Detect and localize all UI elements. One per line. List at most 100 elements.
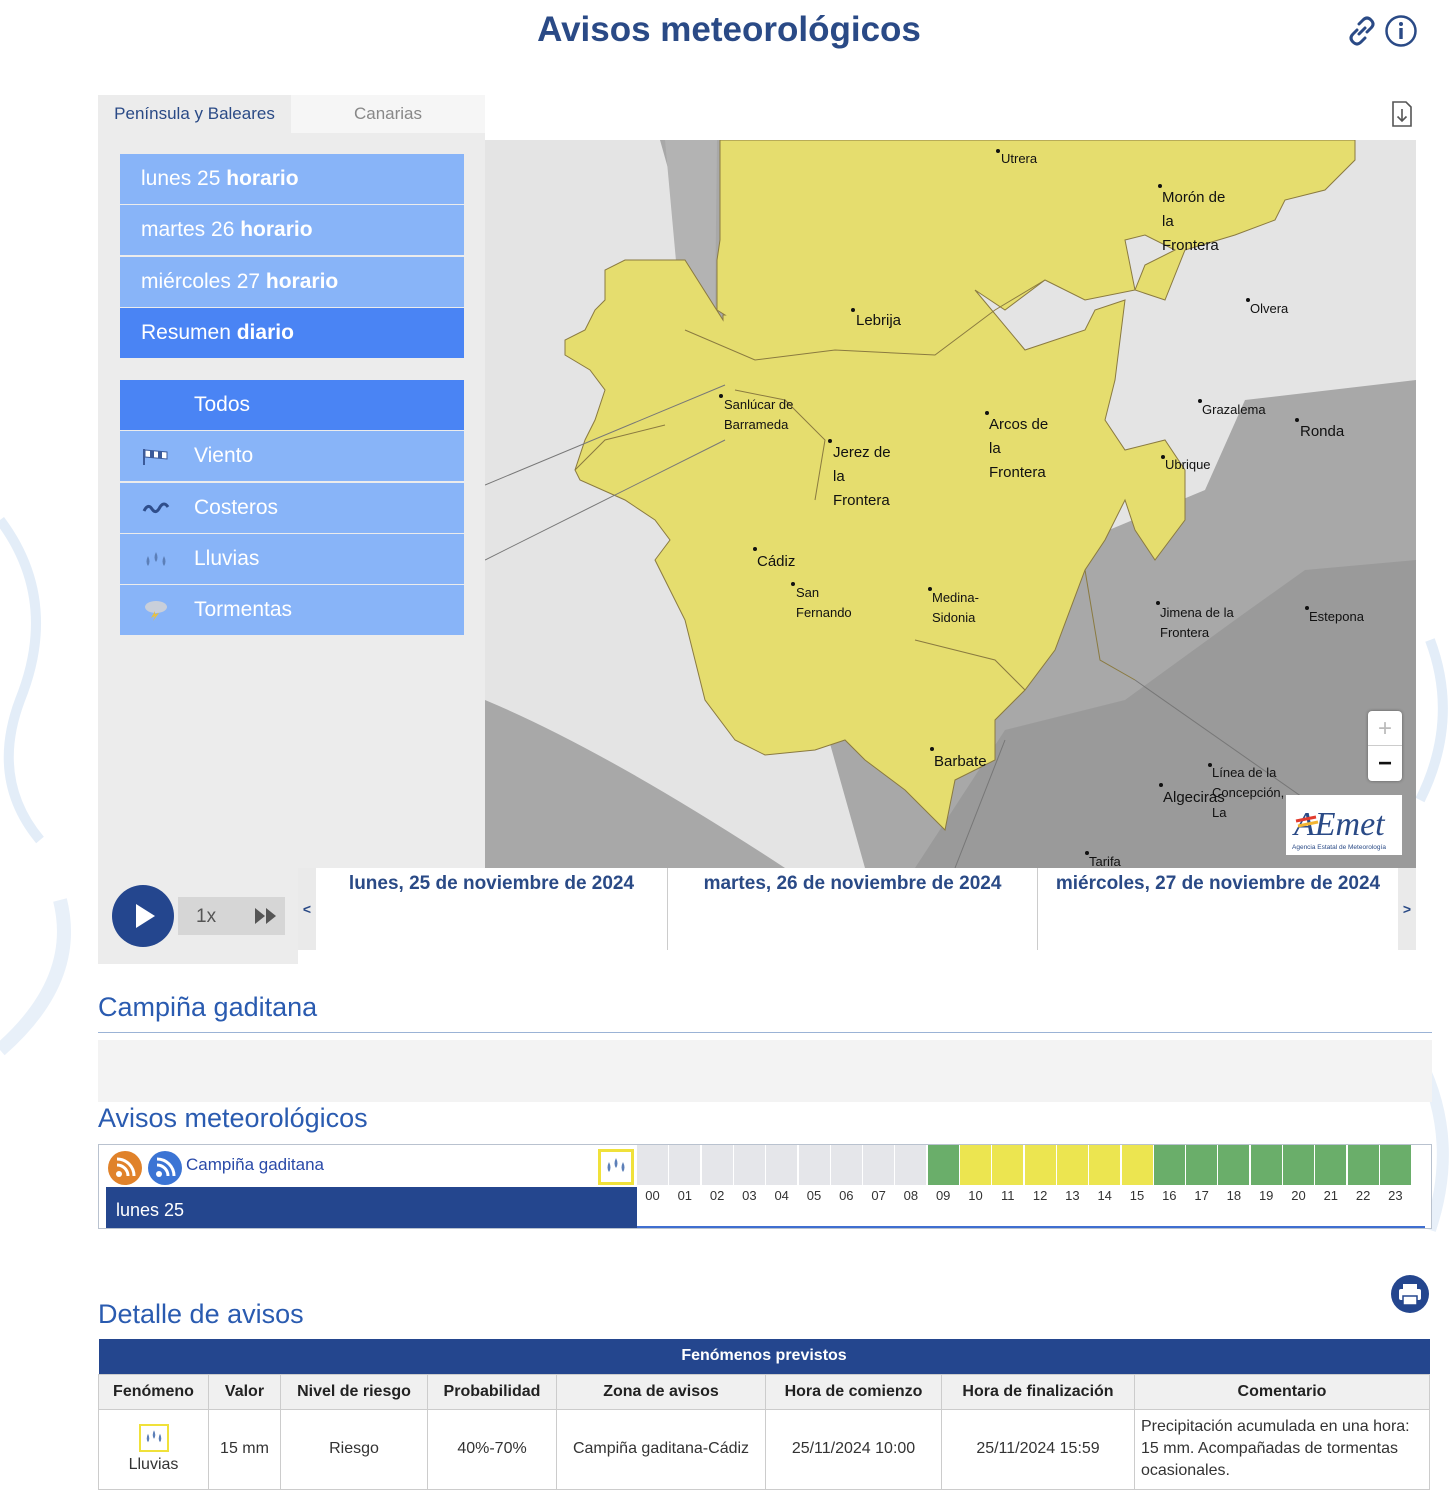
- phenomena-menu: Todos Viento Costeros Lluvias Tormentas: [120, 380, 464, 636]
- place-label: Sanlúcar de: [724, 397, 793, 412]
- tab-canarias[interactable]: Canarias: [291, 95, 485, 133]
- phenomenon-label: Tormentas: [194, 598, 293, 622]
- hour-cell[interactable]: [927, 1145, 959, 1185]
- mode-label: diario: [236, 320, 294, 344]
- download-icon[interactable]: [1390, 100, 1414, 128]
- probabilidad-cell: 40%-70%: [427, 1408, 557, 1490]
- day-item-resumen[interactable]: Resumen diario: [120, 307, 464, 358]
- place-label: Algeciras: [1163, 789, 1225, 806]
- hour-label: 03: [742, 1188, 757, 1203]
- avisos-title: Avisos meteorológicos: [98, 1103, 368, 1133]
- timeline-day[interactable]: lunes, 25 de noviembre de 2024: [316, 868, 668, 950]
- phenomenon-item-costeros[interactable]: Costeros: [120, 482, 464, 533]
- place-label: Sidonia: [932, 610, 976, 625]
- hour-cell[interactable]: [1283, 1145, 1314, 1185]
- hour-cell[interactable]: [1153, 1145, 1185, 1185]
- hour-cell[interactable]: [1315, 1145, 1347, 1185]
- hour-label: 01: [677, 1188, 693, 1203]
- rss-icon[interactable]: [148, 1151, 182, 1185]
- hour-label: 17: [1194, 1188, 1209, 1203]
- place-label: Frontera: [1160, 625, 1210, 640]
- phenomenon-label: Lluvias: [194, 546, 260, 570]
- phenomenon-item-todos[interactable]: Todos: [120, 380, 464, 430]
- rain-icon: [146, 551, 166, 566]
- hour-cell[interactable]: [1186, 1145, 1218, 1185]
- table-caption: Fenómenos previstos: [98, 1339, 1430, 1374]
- rain-warning-icon: [598, 1149, 634, 1185]
- day-bar: lunes 25: [106, 1187, 637, 1228]
- info-icon[interactable]: [1384, 14, 1418, 48]
- hour-cell[interactable]: [1379, 1145, 1411, 1185]
- timeline-prev-button[interactable]: <: [298, 868, 316, 950]
- phenomenon-item-tormentas[interactable]: Tormentas: [120, 585, 464, 636]
- fast-forward-icon: [255, 908, 276, 924]
- timeline-day[interactable]: miércoles, 27 de noviembre de 2024: [1038, 868, 1398, 950]
- place-label: la: [833, 468, 845, 485]
- link-icon[interactable]: [1345, 14, 1379, 48]
- column-header: Nivel de riesgo: [280, 1373, 428, 1410]
- tab-peninsula[interactable]: Península y Baleares: [98, 95, 291, 133]
- page-title: Avisos meteorológicos: [537, 10, 921, 49]
- hour-cell[interactable]: [992, 1145, 1024, 1185]
- day-label: lunes 25: [141, 167, 221, 190]
- hour-cell[interactable]: [1347, 1145, 1379, 1185]
- phenomenon-item-viento[interactable]: Viento: [120, 431, 464, 482]
- day-item-lunes[interactable]: lunes 25 horario: [120, 154, 464, 204]
- zone-link[interactable]: Campiña gaditana: [186, 1155, 324, 1175]
- hour-label: 10: [968, 1188, 983, 1203]
- fenomeno-cell: Lluvias: [98, 1408, 209, 1490]
- hour-cell[interactable]: [1250, 1145, 1282, 1185]
- hour-cell[interactable]: [766, 1145, 798, 1185]
- place-label: Frontera: [833, 492, 890, 509]
- place-label: Tarifa: [1089, 854, 1122, 868]
- region-tabs: Península y Baleares Canarias: [98, 95, 485, 133]
- aemet-logo: AEmet Agencia Estatal de Meteorología: [1286, 795, 1402, 855]
- printer-icon: [1399, 1284, 1421, 1306]
- rss-icon[interactable]: [108, 1151, 142, 1185]
- storm-icon: [145, 601, 167, 622]
- column-header: Valor: [208, 1373, 281, 1410]
- day-item-martes[interactable]: martes 26 horario: [120, 205, 464, 256]
- hour-cell[interactable]: [1218, 1145, 1250, 1185]
- timeline-next-button[interactable]: >: [1398, 868, 1416, 950]
- hour-cell[interactable]: [669, 1145, 701, 1185]
- hour-label: 08: [903, 1188, 919, 1203]
- hour-cell[interactable]: [798, 1145, 830, 1185]
- hour-cell[interactable]: [895, 1145, 927, 1185]
- warnings-detail-table: Fenómenos previstos Fenómeno Valor Nivel…: [98, 1339, 1430, 1490]
- hour-label: 06: [839, 1188, 854, 1203]
- table-header-row: Fenómeno Valor Nivel de riesgo Probabili…: [98, 1373, 1430, 1410]
- hour-cell[interactable]: [701, 1145, 733, 1185]
- phenomenon-item-lluvias[interactable]: Lluvias: [120, 533, 464, 584]
- hour-cell[interactable]: [960, 1145, 991, 1185]
- zoom-out-button[interactable]: −: [1368, 746, 1402, 781]
- hour-label: 20: [1291, 1188, 1306, 1203]
- hour-cell[interactable]: [1121, 1145, 1153, 1185]
- place-label: Morón de: [1162, 189, 1225, 206]
- hour-cell[interactable]: [733, 1145, 765, 1185]
- column-header: Hora de comienzo: [765, 1373, 942, 1410]
- wind-icon: [143, 449, 168, 466]
- hour-cell[interactable]: [1056, 1145, 1088, 1185]
- hour-cell[interactable]: [1024, 1145, 1056, 1185]
- print-button[interactable]: [1391, 1275, 1429, 1313]
- hour-cell[interactable]: [1089, 1145, 1121, 1185]
- phenomenon-label: Todos: [194, 393, 251, 416]
- place-label: Frontera: [1162, 237, 1219, 254]
- warnings-map[interactable]: Utrera Morón de la Frontera Olvera Lebri…: [485, 140, 1416, 868]
- place-label: La: [1212, 805, 1227, 820]
- place-label: Barbate: [934, 753, 987, 770]
- day-label: martes 26: [141, 218, 235, 242]
- place-label: Línea de la: [1212, 765, 1277, 780]
- hour-cell[interactable]: [637, 1145, 668, 1185]
- timeline-day[interactable]: martes, 26 de noviembre de 2024: [668, 868, 1038, 950]
- zoom-in-button[interactable]: +: [1368, 711, 1402, 746]
- day-item-miercoles[interactable]: miércoles 27 horario: [120, 256, 464, 307]
- hour-cell[interactable]: [830, 1145, 862, 1185]
- place-label: Jimena de la: [1160, 605, 1234, 620]
- phenomenon-label: Costeros: [194, 495, 279, 519]
- column-header: Hora de finalización: [941, 1373, 1135, 1410]
- hour-cell[interactable]: [863, 1145, 895, 1185]
- speed-control[interactable]: 1x: [178, 897, 285, 935]
- play-button[interactable]: [112, 885, 174, 947]
